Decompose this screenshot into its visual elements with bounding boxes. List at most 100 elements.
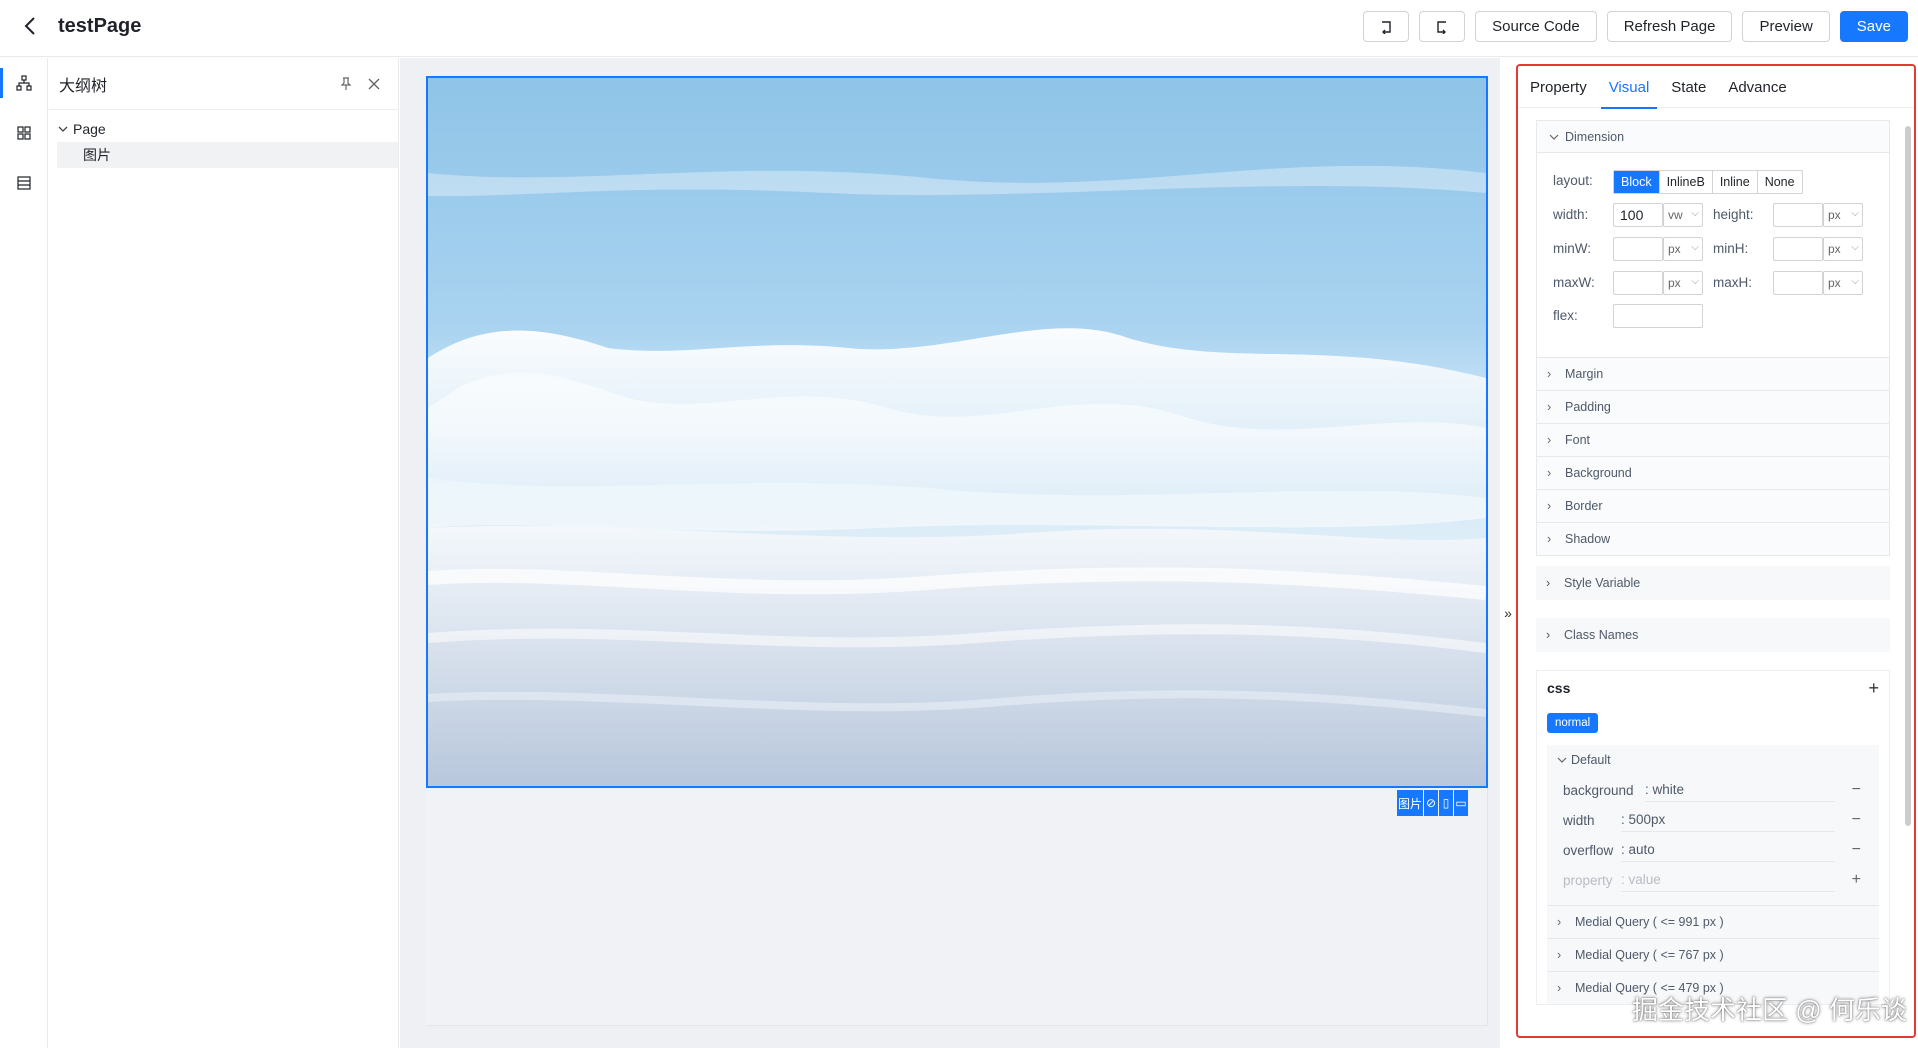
tab-visual[interactable]: Visual	[1600, 66, 1657, 109]
chevron-down-icon: ⌵	[1691, 276, 1699, 287]
css-prop-value[interactable]: : 500px	[1621, 808, 1835, 832]
shadow-title: Shadow	[1565, 532, 1611, 546]
css-new-value-placeholder: value	[1628, 872, 1661, 887]
header-toolbar: Source Code Refresh Page Preview Save	[1363, 11, 1908, 42]
default-header[interactable]: Default	[1547, 745, 1879, 775]
chevron-down-icon: ⌵	[1691, 208, 1699, 219]
preview-button[interactable]: Preview	[1742, 11, 1830, 42]
visual-settings: Dimension layout: Block InlineB Inline N…	[1536, 120, 1890, 1005]
source-code-button[interactable]: Source Code	[1475, 11, 1597, 42]
flex-input[interactable]	[1613, 304, 1703, 328]
colon-separator: :	[1621, 872, 1629, 887]
css-prop-new-row: property : value +	[1547, 865, 1879, 895]
minh-input[interactable]	[1773, 237, 1823, 261]
layout-option-none[interactable]: None	[1756, 171, 1802, 193]
tab-advance[interactable]: Advance	[1728, 66, 1786, 108]
selected-image[interactable]	[426, 76, 1488, 788]
maxw-unit-select[interactable]: px ⌵	[1663, 271, 1703, 295]
remove-icon[interactable]: −	[1852, 811, 1861, 829]
tree-node-label: 图片	[83, 147, 111, 163]
font-section[interactable]: › Font	[1536, 424, 1890, 457]
state-tag-normal[interactable]: normal	[1547, 713, 1599, 733]
height-unit-select[interactable]: px ⌵	[1823, 203, 1863, 227]
chevron-right-icon: ›	[1557, 915, 1562, 929]
save-button[interactable]: Save	[1839, 11, 1908, 42]
tree-node-page[interactable]: Page	[49, 116, 398, 142]
width-input[interactable]: 100	[1613, 203, 1663, 227]
pin-icon[interactable]	[332, 70, 360, 98]
dimension-header[interactable]: Dimension	[1537, 121, 1889, 153]
dimension-title: Dimension	[1565, 129, 1625, 144]
minh-unit-value: px	[1828, 242, 1841, 256]
tab-state[interactable]: State	[1671, 66, 1706, 108]
panel-scrollbar[interactable]	[1905, 126, 1911, 826]
delete-icon[interactable]: ▭	[1454, 790, 1468, 816]
border-section[interactable]: › Border	[1536, 490, 1890, 523]
minh-unit-select[interactable]: px ⌵	[1823, 237, 1863, 261]
media-query-991[interactable]: › Medial Query ( <= 991 px )	[1547, 905, 1879, 938]
refresh-page-button[interactable]: Refresh Page	[1606, 11, 1733, 42]
rail-data-source[interactable]	[0, 158, 48, 208]
maxw-label: maxW:	[1553, 275, 1595, 290]
close-icon[interactable]	[360, 70, 388, 98]
background-section[interactable]: › Background	[1536, 457, 1890, 490]
margin-title: Margin	[1565, 367, 1604, 381]
layout-option-inlineb[interactable]: InlineB	[1658, 171, 1712, 193]
list-table-icon	[17, 176, 31, 190]
css-title: css	[1547, 680, 1571, 696]
chevron-right-icon: ›	[1547, 367, 1552, 381]
chevron-right-icon: ›	[1546, 576, 1551, 590]
layout-label: layout:	[1553, 173, 1593, 188]
shadow-section[interactable]: › Shadow	[1536, 523, 1890, 556]
collapse-panel-icon[interactable]: »	[1500, 598, 1516, 628]
chevron-right-icon: ›	[1547, 400, 1552, 414]
layout-option-inline[interactable]: Inline	[1711, 171, 1757, 193]
css-prop-value[interactable]: : auto	[1621, 838, 1835, 862]
height-input[interactable]	[1773, 203, 1823, 227]
media-query-767[interactable]: › Medial Query ( <= 767 px )	[1547, 938, 1879, 971]
style-variable-section[interactable]: › Style Variable	[1536, 566, 1890, 600]
hide-icon[interactable]: ⊘	[1424, 790, 1438, 816]
width-unit-select[interactable]: vw ⌵	[1663, 203, 1703, 227]
back-arrow-icon[interactable]	[18, 14, 42, 38]
maxw-input[interactable]	[1613, 271, 1663, 295]
maxh-unit-select[interactable]: px ⌵	[1823, 271, 1863, 295]
minw-unit-select[interactable]: px ⌵	[1663, 237, 1703, 261]
chevron-down-icon	[58, 126, 68, 132]
chevron-right-icon: ›	[1547, 466, 1552, 480]
tab-property[interactable]: Property	[1530, 66, 1587, 108]
undo-button[interactable]	[1363, 11, 1410, 42]
chevron-down-icon	[1549, 134, 1559, 140]
padding-section[interactable]: › Padding	[1536, 391, 1890, 424]
left-icon-rail	[0, 58, 48, 1048]
font-title: Font	[1565, 433, 1591, 447]
add-icon[interactable]: +	[1852, 871, 1861, 889]
minw-input[interactable]	[1613, 237, 1663, 261]
copy-icon[interactable]: ▯	[1439, 790, 1453, 816]
background-title: Background	[1565, 466, 1632, 480]
chevron-down-icon	[1557, 757, 1567, 763]
chevron-right-icon: ›	[1546, 628, 1551, 642]
rail-outline-tree[interactable]	[0, 58, 48, 108]
remove-icon[interactable]: −	[1852, 781, 1861, 799]
chevron-down-icon: ⌵	[1851, 242, 1859, 253]
chevron-down-icon: ⌵	[1851, 276, 1859, 287]
add-icon[interactable]: +	[1868, 678, 1879, 699]
rail-components[interactable]	[0, 108, 48, 158]
chevron-right-icon: ›	[1557, 981, 1562, 995]
css-prop-key[interactable]: background	[1563, 783, 1639, 798]
remove-icon[interactable]: −	[1852, 841, 1861, 859]
layout-option-block[interactable]: Block	[1614, 171, 1659, 193]
class-names-title: Class Names	[1564, 628, 1639, 642]
margin-section[interactable]: › Margin	[1536, 358, 1890, 391]
tree-node-image[interactable]: 图片	[57, 142, 398, 168]
outline-tree-icon	[16, 75, 32, 91]
redo-button[interactable]	[1419, 11, 1466, 42]
maxh-input[interactable]	[1773, 271, 1823, 295]
class-names-section[interactable]: › Class Names	[1536, 618, 1890, 652]
css-new-value-input[interactable]: : value	[1621, 868, 1835, 892]
outline-panel: 大纲树 Page 图片	[49, 58, 399, 1048]
dimension-content: layout: Block InlineB Inline None width:…	[1537, 153, 1889, 357]
components-icon	[17, 126, 31, 140]
css-prop-value[interactable]: : white	[1645, 778, 1835, 802]
